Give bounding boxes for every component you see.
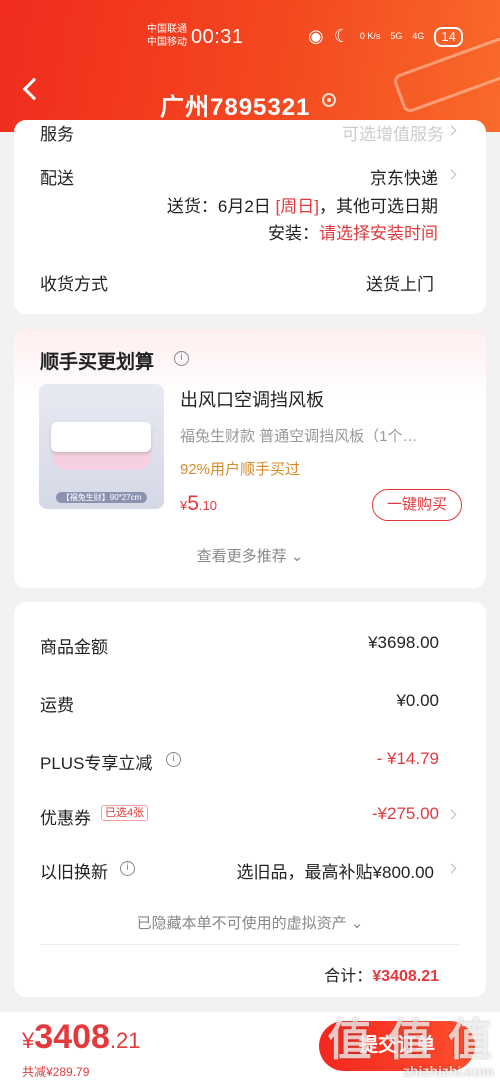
- status-bar: 中国联通 中国移动 00:31 ◉ ☾ 0 K/s 5G 4G 14: [0, 18, 500, 58]
- product-image[interactable]: 【福兔生财】90*27cm: [39, 384, 164, 509]
- image-caption: 【福兔生财】90*27cm: [39, 492, 164, 503]
- tradein-value[interactable]: 选旧品，最高补贴¥800.00: [237, 858, 434, 883]
- location-pin-icon[interactable]: [322, 93, 336, 107]
- eye-icon: ◉: [308, 26, 324, 46]
- delivery-day: [周日]: [275, 197, 319, 216]
- divider: [40, 944, 460, 945]
- total-saved: 共减¥289.79: [22, 1065, 90, 1079]
- chevron-down-icon: ⌄: [350, 915, 364, 932]
- carrier-2: 中国移动: [147, 37, 187, 48]
- delivery-suffix: ，其他可选日期: [319, 197, 438, 216]
- plus-discount-label: PLUS专享立减: [40, 754, 153, 773]
- goods-amount-label: 商品金额: [40, 638, 108, 657]
- coupon-label: 优惠券: [40, 809, 91, 828]
- coupon-badge: 已选4张: [101, 805, 149, 821]
- product-name[interactable]: 出风口空调挡风板: [180, 386, 324, 412]
- delivery-prefix: 送货：: [166, 197, 218, 216]
- coupon-value[interactable]: -¥275.00: [372, 804, 439, 824]
- order-total: ¥3408.21: [22, 1018, 141, 1056]
- plus-discount-value: - ¥14.79: [376, 749, 439, 768]
- chevron-down-icon: ⌄: [290, 548, 304, 565]
- delivery-date: 6月2日: [217, 197, 271, 216]
- back-arrow-icon[interactable]: [22, 77, 46, 101]
- hidden-assets-link[interactable]: 已隐藏本单不可使用的虚拟资产 ⌄: [14, 912, 486, 933]
- moon-icon: ☾: [333, 26, 350, 46]
- addon-card: 顺手买更划算 i 【福兔生财】90*27cm 出风口空调挡风板 福兔生财款 普通…: [14, 329, 486, 588]
- freight-value: ¥0.00: [396, 691, 439, 710]
- net-speed: 0 K/s: [359, 31, 381, 41]
- subtotal-value: ¥3408.21: [372, 968, 439, 985]
- delivery-card: 服务 可选增值服务 配送 京东快递 送货：6月2日 [周日]，其他可选日期 安装…: [14, 120, 486, 314]
- service-label: 服务: [40, 125, 74, 144]
- coupon-chevron-icon[interactable]: [446, 809, 457, 820]
- watermark-site: zhizhizhi.com: [403, 1063, 494, 1079]
- tradein-label: 以旧换新: [40, 863, 108, 882]
- watermark-logo: 值 值 值: [327, 1016, 494, 1065]
- plus-info-icon[interactable]: i: [166, 752, 181, 767]
- addon-title: 顺手买更划算: [40, 352, 155, 373]
- tradein-info-icon[interactable]: i: [120, 861, 135, 876]
- shipping-chevron-icon[interactable]: [446, 169, 457, 180]
- clock: 00:31: [191, 26, 244, 48]
- subtotal: 合计：¥3408.21: [324, 962, 439, 986]
- receive-value[interactable]: 送货上门: [366, 270, 434, 295]
- install-value: 请选择安装时间: [319, 224, 438, 243]
- header: 中国联通 中国移动 00:31 ◉ ☾ 0 K/s 5G 4G 14 广州789…: [0, 0, 500, 132]
- shipping-label: 配送: [40, 169, 74, 188]
- service-value[interactable]: 可选增值服务: [342, 120, 444, 145]
- nav-bar: 广州7895321: [0, 75, 500, 125]
- bottom-bar: ¥3408.21 共减¥289.79 提交订单 值 值 值 zhizhizhi.…: [0, 1012, 500, 1083]
- shipping-value[interactable]: 京东快递: [370, 164, 438, 189]
- watermark: 值 值 值 zhizhizhi.com: [327, 1016, 494, 1080]
- carrier-1: 中国联通: [147, 24, 187, 35]
- carrier-info: 中国联通 中国移动: [147, 23, 187, 49]
- one-click-buy-button[interactable]: 一键购买: [372, 489, 462, 521]
- goods-amount-value: ¥3698.00: [368, 633, 439, 652]
- signal-4g: 4G: [412, 31, 425, 41]
- tradein-chevron-icon[interactable]: [446, 863, 457, 874]
- delivery-date-line[interactable]: 送货：6月2日 [周日]，其他可选日期: [167, 192, 438, 217]
- info-icon[interactable]: i: [174, 351, 189, 366]
- install-prefix: 安装：: [268, 224, 319, 243]
- view-more-link[interactable]: 查看更多推荐 ⌄: [14, 545, 486, 566]
- receive-label: 收货方式: [40, 275, 108, 294]
- air-conditioner-shape: [51, 422, 151, 452]
- product-price: ¥5.10: [180, 492, 217, 515]
- freight-label: 运费: [40, 696, 74, 715]
- subtotal-label: 合计：: [324, 968, 373, 985]
- battery-indicator: 14: [434, 26, 463, 47]
- product-desc: 福兔生财款 普通空调挡风板（1个…: [180, 428, 418, 445]
- price-summary-card: 商品金额 ¥3698.00 运费 ¥0.00 PLUS专享立减 i - ¥14.…: [14, 602, 486, 997]
- signal-5g: 5G: [390, 31, 403, 41]
- address-title[interactable]: 广州7895321: [160, 87, 310, 122]
- status-icons: ◉ ☾ 0 K/s 5G 4G 14: [308, 26, 463, 47]
- install-line[interactable]: 安装：请选择安装时间: [268, 219, 438, 244]
- service-chevron-icon[interactable]: [446, 125, 457, 136]
- purchase-rate: 92%用户顺手买过: [180, 461, 301, 478]
